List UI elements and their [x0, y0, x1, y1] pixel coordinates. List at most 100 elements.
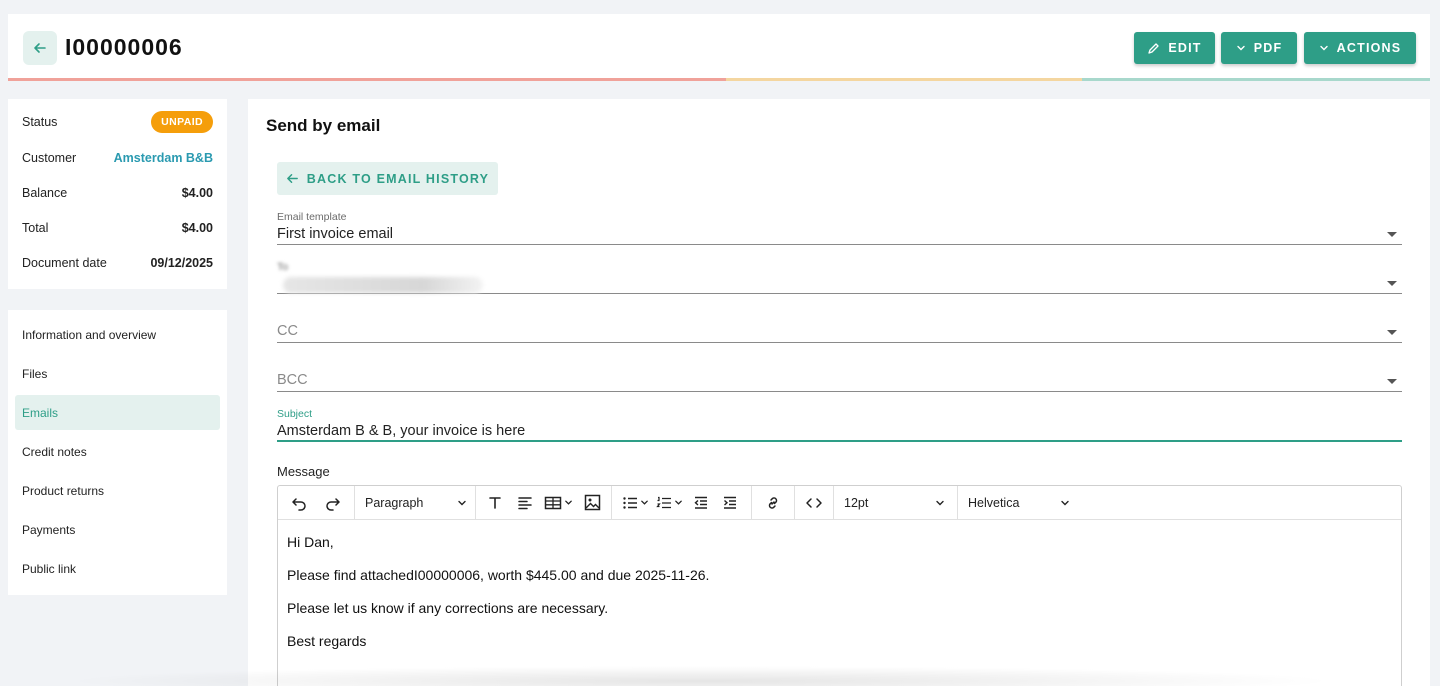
undo-icon[interactable] [288, 491, 310, 515]
subject-input[interactable]: Subject Amsterdam B & B, your invoice is… [277, 408, 1402, 442]
customer-link[interactable]: Amsterdam B&B [114, 151, 213, 165]
message-paragraph: Best regards [287, 633, 367, 649]
back-button[interactable] [23, 31, 57, 65]
progress-segment [1081, 78, 1430, 81]
redo-icon[interactable] [322, 491, 344, 515]
customer-row: Customer Amsterdam B&B [22, 151, 213, 165]
dropdown-arrow-icon [1387, 232, 1397, 237]
back-to-email-history-button[interactable]: BACK TO EMAIL HISTORY [277, 162, 498, 195]
progress-segment [726, 78, 1082, 81]
chevron-down-icon [1319, 45, 1328, 51]
font-size-select[interactable]: 12pt [840, 491, 949, 515]
subject-value: Amsterdam B & B, your invoice is here [277, 423, 526, 439]
message-paragraph: Please find attachedI00000006, worth $44… [287, 567, 710, 583]
table-icon[interactable] [544, 491, 573, 515]
recipient-chip[interactable] [283, 277, 483, 293]
bcc-select[interactable]: BCC [277, 366, 1402, 392]
sidebar-item-emails[interactable]: Emails [15, 395, 220, 430]
format-group [476, 486, 612, 519]
to-recipients-select[interactable]: To [277, 259, 1402, 294]
send-email-panel: Send by email BACK TO EMAIL HISTORY Emai… [248, 99, 1430, 686]
code-group [795, 486, 834, 519]
dropdown-arrow-icon [1387, 281, 1397, 286]
image-icon[interactable] [581, 491, 603, 515]
total-value: $4.00 [181, 221, 213, 235]
edit-button-label: EDIT [1168, 41, 1202, 55]
font-family-value: Helvetica [968, 495, 1020, 510]
document-date-row: Document date 09/12/2025 [22, 256, 213, 270]
progress-bar [8, 78, 1430, 81]
numbered-list-icon[interactable] [656, 491, 683, 515]
arrow-left-icon [34, 43, 46, 53]
balance-label: Balance [22, 186, 68, 200]
section-title: Send by email [266, 116, 381, 135]
status-label: Status [22, 115, 58, 129]
font-size-group: 12pt [834, 486, 958, 519]
source-code-icon[interactable] [803, 491, 825, 515]
email-template-label: Email template [277, 211, 347, 223]
message-body[interactable]: Hi Dan, Please find attachedI00000006, w… [287, 534, 709, 666]
block-format-value: Paragraph [365, 495, 424, 510]
sidebar-nav: Information and overview Files Emails Cr… [8, 310, 227, 595]
arrow-left-icon [286, 174, 298, 183]
block-format-group: Paragraph [355, 486, 476, 519]
actions-button[interactable]: ACTIONS [1304, 32, 1416, 64]
editor-toolbar: Paragraph 12pt Helvetica [278, 486, 1401, 520]
pdf-button[interactable]: PDF [1221, 32, 1297, 64]
cc-select[interactable]: CC [277, 317, 1402, 343]
customer-label: Customer [22, 151, 77, 165]
status-badge: UNPAID [151, 111, 213, 133]
chevron-down-icon [458, 500, 466, 505]
chevron-down-icon [1061, 500, 1069, 505]
message-editor[interactable]: Paragraph 12pt Helvetica Hi Dan, Please … [277, 485, 1402, 686]
font-family-group: Helvetica [958, 486, 1083, 519]
page-title: I00000006 [65, 34, 183, 60]
document-date-label: Document date [22, 256, 107, 270]
actions-button-label: ACTIONS [1336, 41, 1402, 55]
edit-button[interactable]: EDIT [1134, 32, 1215, 64]
page-header: I00000006 EDIT PDF ACTIONS [8, 14, 1430, 81]
outdent-icon[interactable] [690, 491, 712, 515]
to-label: To [277, 261, 289, 273]
back-to-email-history-label: BACK TO EMAIL HISTORY [306, 171, 490, 186]
total-row: Total $4.00 [22, 221, 213, 235]
chevron-down-icon [675, 500, 682, 505]
pencil-icon [1148, 42, 1160, 54]
align-left-icon[interactable] [514, 491, 536, 515]
pdf-button-label: PDF [1253, 41, 1283, 55]
sidebar-item-information[interactable]: Information and overview [15, 317, 220, 352]
balance-row: Balance $4.00 [22, 186, 213, 200]
sidebar-item-public-link[interactable]: Public link [15, 551, 220, 586]
link-group [752, 486, 795, 519]
history-group [278, 486, 355, 519]
sidebar-item-product-returns[interactable]: Product returns [15, 473, 220, 508]
total-label: Total [22, 221, 49, 235]
dropdown-arrow-icon [1387, 379, 1397, 384]
indent-icon[interactable] [719, 491, 741, 515]
document-date-value: 09/12/2025 [150, 256, 213, 270]
progress-segment [8, 78, 727, 81]
cc-placeholder: CC [277, 323, 298, 339]
block-format-select[interactable]: Paragraph [361, 491, 471, 515]
email-template-value: First invoice email [277, 226, 394, 242]
bullet-list-icon[interactable] [622, 491, 649, 515]
chevron-down-icon [936, 500, 944, 505]
chevron-down-icon [641, 500, 648, 505]
font-family-select[interactable]: Helvetica [964, 491, 1074, 515]
message-paragraph: Hi Dan, [287, 534, 334, 550]
email-template-select[interactable]: Email template First invoice email [277, 211, 1402, 245]
invoice-summary-card: Status UNPAID Customer Amsterdam B&B Bal… [8, 99, 227, 289]
chevron-down-icon [565, 500, 572, 505]
chevron-down-icon [1236, 45, 1245, 51]
subject-label: Subject [277, 408, 313, 420]
link-icon[interactable] [762, 491, 784, 515]
sidebar-item-payments[interactable]: Payments [15, 512, 220, 547]
message-label: Message [277, 464, 330, 479]
message-paragraph: Please let us know if any corrections ar… [287, 600, 609, 616]
sidebar-item-credit-notes[interactable]: Credit notes [15, 434, 220, 469]
sidebar-item-files[interactable]: Files [15, 356, 220, 391]
dropdown-arrow-icon [1387, 330, 1397, 335]
font-size-value: 12pt [844, 495, 869, 510]
text-format-icon[interactable] [484, 491, 506, 515]
balance-value: $4.00 [181, 186, 213, 200]
